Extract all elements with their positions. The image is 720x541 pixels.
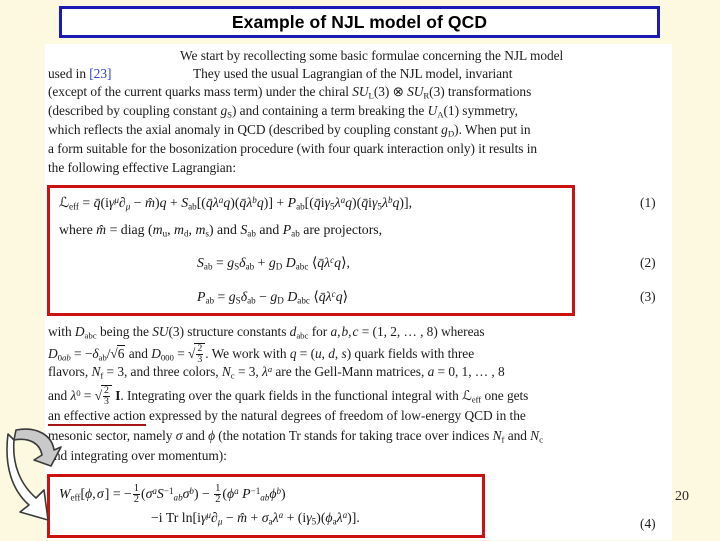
body-line: We start by recollecting some basic form…	[180, 48, 564, 63]
body-line: D0ab = −δab/√6 and D000 = √ 2 3. We work w…	[48, 343, 475, 366]
equation-1-where: where m̂ = diag (mu, md, ms) and Sab and…	[59, 222, 383, 239]
equation-number-4: (4)	[640, 516, 656, 531]
body-line: (described by coupling constant gS) and …	[48, 103, 518, 120]
equation-number-2: (2)	[640, 255, 656, 270]
equation-4-line-2: −i Tr ln[iγμ∂μ − m̂ + σaλa + (iγ5)(ϕaλa)…	[151, 510, 360, 527]
page-number: 20	[675, 489, 689, 504]
body-line: and integrating over momentum):	[48, 448, 227, 463]
body-line: which reflects the axial anomaly in QCD …	[48, 122, 531, 139]
scanned-page: We start by recollecting some basic form…	[45, 44, 672, 540]
equation-2: Sab = gSδab + gD Dabc ⟨q̄λcq⟩,	[197, 255, 350, 272]
page-title: Example of NJL model of QCD	[231, 11, 488, 32]
curved-arrow-icon	[4, 420, 66, 536]
body-line: (except of the current quarks mass term)…	[48, 84, 532, 101]
body-line: They used the usual Lagrangian of the NJ…	[193, 66, 513, 81]
body-line: with Dabc being the SU(3) structure cons…	[48, 324, 485, 341]
equation-4-line-1: Weff[ϕ, σ ] = −1 2 (σaS−1abσb) − 1 2 (ϕa P−1…	[59, 483, 286, 506]
body-line: flavors, Nf = 3, and three colors, Nc = …	[48, 364, 505, 381]
equation-number-3: (3)	[640, 289, 656, 304]
body-line-underlined: an effective action expressed by the nat…	[48, 408, 526, 426]
slide-title-box: Example of NJL model of QCD	[59, 6, 660, 38]
equation-1: ℒeff = q̄(iγμ∂μ − m̂)q + Sab[(q̄λaq)(q̄λ…	[59, 195, 413, 212]
citation-link[interactable]: [23]	[89, 66, 111, 81]
equation-3: Pab = gSδab − gD Dabc ⟨q̄λcq⟩	[197, 289, 348, 306]
body-line: the following effective Lagrangian:	[48, 160, 237, 175]
equation-number-1: (1)	[640, 195, 656, 210]
body-line: and λ0 = √ 2 3 I. Integrating over the qua…	[48, 385, 529, 408]
body-line-citation: used in [23]	[48, 66, 112, 81]
body-line: a form suitable for the bosonization pro…	[48, 141, 538, 156]
slide: Example of NJL model of QCD We start by …	[0, 0, 720, 540]
body-line: mesonic sector, namely σ and ϕ (the nota…	[48, 428, 543, 445]
